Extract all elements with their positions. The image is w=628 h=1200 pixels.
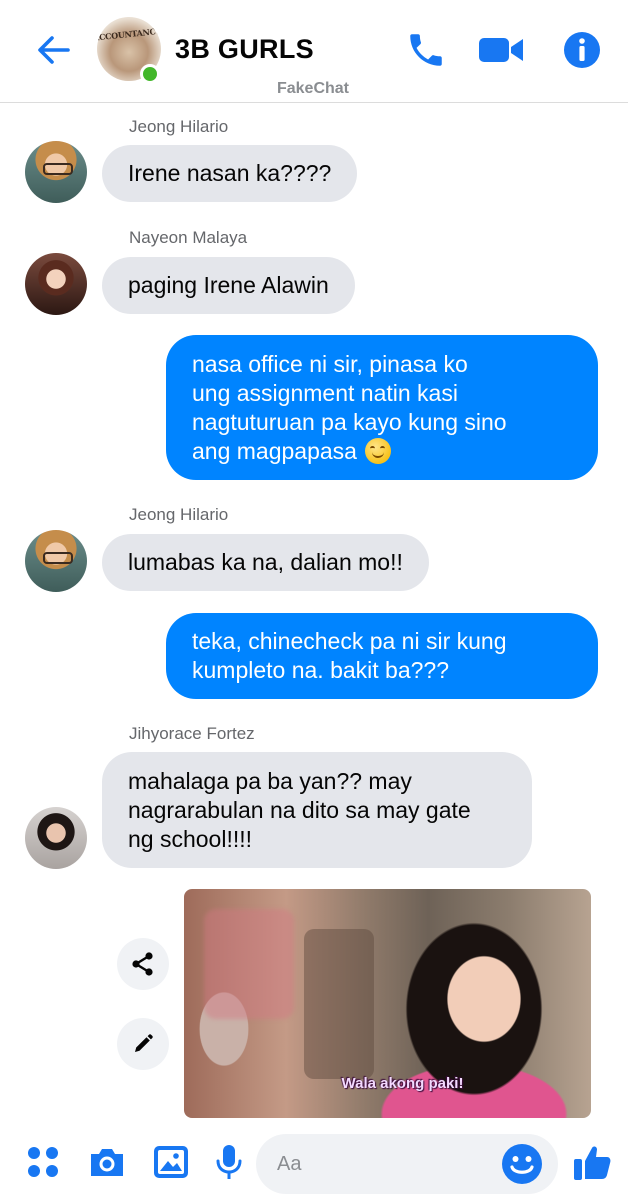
voice-call-button[interactable] (402, 26, 450, 74)
emoji-icon[interactable] (500, 1142, 544, 1186)
message-text: Irene nasan ka???? (128, 160, 332, 186)
message-text: ang magpapasa (192, 438, 357, 464)
message-text: lumabas ka na, dalian mo!! (128, 549, 403, 575)
avatar[interactable] (25, 807, 87, 869)
watermark-text: FakeChat (276, 80, 350, 97)
message-bubble-incoming[interactable]: Irene nasan ka???? (102, 145, 358, 202)
message-text: nasa office ni sir, pinasa ko (192, 351, 468, 377)
sender-name: Jihyorace Fortez (129, 724, 255, 743)
message-input-placeholder: Aa (277, 1153, 302, 1175)
thumbs-up-icon (574, 1146, 611, 1180)
message-composer: Aa (0, 1130, 628, 1200)
video-call-button[interactable] (477, 26, 525, 74)
shared-image[interactable]: Wala akong paki! (184, 889, 591, 1118)
edit-pencil-icon (135, 1034, 153, 1052)
message-bubble-incoming[interactable]: lumabas ka na, dalian mo!! (102, 534, 429, 591)
apps-grid-icon (28, 1147, 58, 1177)
avatar[interactable] (25, 253, 87, 315)
conversation-info-button[interactable] (558, 26, 606, 74)
message-text: teka, chinecheck pa ni sir kung (192, 628, 507, 654)
share-button[interactable] (117, 938, 169, 990)
message-bubble-incoming[interactable]: mahalaga pa ba yan?? may nagrarabulan na… (102, 752, 532, 868)
message-text: mahalaga pa ba yan?? may (128, 768, 412, 794)
microphone-icon (216, 1145, 242, 1179)
message-bubble-incoming[interactable]: paging Irene Alawin (102, 257, 355, 314)
video-camera-icon (479, 38, 523, 62)
message-text: ung assignment natin kasi (192, 380, 458, 406)
conversation-title[interactable]: 3B GURLS (175, 34, 314, 65)
sender-name: Jeong Hilario (129, 117, 229, 136)
message-bubble-outgoing[interactable]: nasa office ni sir, pinasa ko ung assign… (166, 335, 598, 480)
info-icon (564, 32, 600, 68)
smiling-emoji-icon (365, 438, 392, 464)
sender-name: Nayeon Malaya (129, 228, 248, 247)
more-actions-button[interactable] (21, 1140, 65, 1184)
message-text: kumpleto na. bakit ba??? (192, 657, 450, 683)
image-background-blur (204, 909, 294, 1019)
sender-name: Jeong Hilario (129, 505, 229, 524)
edit-button[interactable] (117, 1018, 169, 1070)
like-button[interactable] (570, 1140, 614, 1184)
message-text: nagtuturuan pa kayo kung sino (192, 409, 507, 435)
back-arrow-icon (38, 36, 70, 64)
back-button[interactable] (30, 26, 78, 74)
message-input[interactable]: Aa (256, 1134, 558, 1194)
message-text: paging Irene Alawin (128, 272, 329, 298)
avatar[interactable] (25, 141, 87, 203)
camera-button[interactable] (85, 1140, 129, 1184)
chat-header: ACCOUNTANCY 3B GURLS FakeChat (0, 0, 628, 103)
camera-icon (91, 1149, 123, 1176)
avatar[interactable] (25, 530, 87, 592)
message-text: ng school!!!! (128, 826, 253, 852)
voice-message-button[interactable] (207, 1140, 251, 1184)
gallery-button[interactable] (149, 1140, 193, 1184)
gallery-icon (154, 1146, 188, 1178)
image-background-blur (304, 929, 374, 1079)
phone-icon (410, 34, 442, 66)
message-text: nagrarabulan na dito sa may gate (128, 797, 471, 823)
share-icon (132, 952, 153, 976)
message-bubble-outgoing[interactable]: teka, chinecheck pa ni sir kung kumpleto… (166, 613, 598, 699)
image-caption-text: Wala akong paki! (341, 1075, 464, 1092)
group-avatar-wordcloud: ACCOUNTANCY (97, 25, 161, 43)
